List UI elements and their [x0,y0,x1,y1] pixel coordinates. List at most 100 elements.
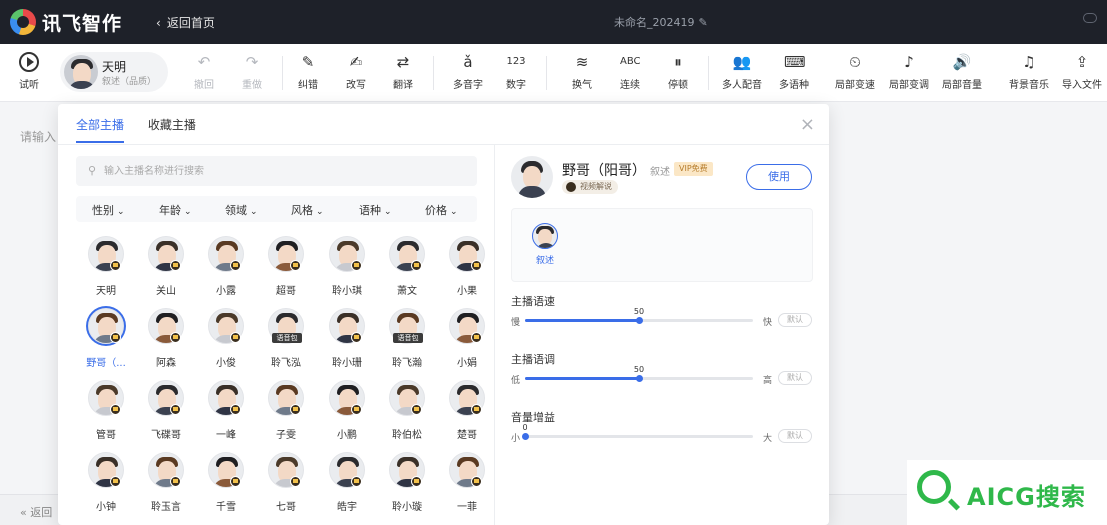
pencil-icon[interactable]: ✎ [699,16,708,29]
anchor-card[interactable]: 野哥（... [76,308,136,369]
anchor-card[interactable]: 小露 [196,236,256,297]
filter-dropdown[interactable]: 价格 ⌄ [425,202,458,218]
chevron-down-icon: ⌄ [316,207,324,217]
tool-button-7[interactable]: 123 数字 [494,52,538,91]
listen-button[interactable]: 试听 [7,52,51,91]
chevron-down-icon: ⌄ [184,207,192,217]
tool-button-17[interactable]: ⇪ 导入文件 [1060,52,1104,91]
reset-default-button[interactable]: 默认 [778,429,812,443]
tool-button-5[interactable]: ⇄ 翻译 [381,52,425,91]
anchor-card[interactable]: 阿森 [136,308,196,369]
reset-default-button[interactable]: 默认 [778,313,812,327]
filter-dropdown[interactable]: 领域 ⌄ [225,202,258,218]
anchor-card[interactable]: 小果 [437,236,497,297]
cloud-icon [1083,13,1097,23]
tool-button-11[interactable]: 👥 多人配音 [720,52,764,91]
style-option[interactable]: 叙述 [528,223,562,266]
back-home-link[interactable]: ‹ 返回首页 [156,14,215,31]
anchor-name: 七哥 [276,502,296,513]
tool-button-14[interactable]: ♪ 局部变调 [887,52,931,91]
slider-setting: 主播语速慢 50 快默认 [511,293,813,333]
tool-button-16[interactable]: ♫ 背景音乐 [1007,52,1051,91]
filter-dropdown[interactable]: 风格 ⌄ [291,202,324,218]
anchor-card[interactable]: 一菲 [437,452,497,513]
anchor-name: 野哥（... [86,358,126,369]
anchor-search-input[interactable] [104,162,464,180]
anchor-name: 关山 [156,286,176,297]
anchor-name: 小果 [457,286,477,297]
anchor-card[interactable]: 管哥 [76,380,136,441]
toolbar: 试听 天明 叙述（品质） ↶ 撤回 ↷ 重做 ✎ 纠错 ✍ 改写 ⇄ 翻译 ǎ 多音字 123 数字 ≋ 换气… [0,44,1107,102]
anchor-name: 管哥 [96,430,116,441]
tool-icon: ⌨ [784,53,806,71]
slider-track[interactable]: 50 [525,365,753,382]
tab-all-anchors[interactable]: 全部主播 [76,116,125,143]
anchor-card[interactable]: 天明 [76,236,136,297]
chevron-down-icon: ⌄ [384,207,392,217]
tool-button-10[interactable]: ⏸ 停顿 [656,52,700,91]
use-button[interactable]: 使用 [746,164,812,190]
anchor-card[interactable]: 聆玉言 [136,452,196,513]
tool-button-12[interactable]: ⌨ 多语种 [772,52,816,91]
anchor-card[interactable]: 小俊 [196,308,256,369]
anchor-card[interactable]: 聆伯松 [377,380,437,441]
anchor-card[interactable]: 萧文 [377,236,437,297]
toolbar-separator [708,56,709,90]
anchor-card[interactable]: 皓宇 [317,452,377,513]
tool-label: 翻译 [393,80,413,91]
vip-badge: VIP免费 [674,162,713,176]
editor-placeholder[interactable]: 请输入 [20,128,56,145]
filter-dropdown[interactable]: 年龄 ⌄ [159,202,192,218]
tool-button-2[interactable]: ↷ 重做 [230,52,274,91]
slider-value: 0 [522,423,528,432]
tab-favorite-anchors[interactable]: 收藏主播 [148,116,196,141]
reset-default-button[interactable]: 默认 [778,371,812,385]
slider-track[interactable]: 50 [525,307,753,324]
slider-handle[interactable] [636,375,643,382]
anchor-card[interactable]: 一峰 [196,380,256,441]
vip-crown-icon [170,332,181,343]
speaker-selector[interactable]: 天明 叙述（品质） [60,52,168,92]
slider-handle[interactable] [636,317,643,324]
tool-button-15[interactable]: 🔊 局部音量 [940,52,984,91]
tool-label: 导入文件 [1062,80,1102,91]
anchor-name: 千雪 [216,502,236,513]
tool-button-13[interactable]: ⏲ 局部变速 [833,52,877,91]
document-title[interactable]: 未命名_202419 ✎ [614,14,708,30]
bottom-back-link[interactable]: « 返回 [20,504,52,520]
anchor-card[interactable]: 子雯 [256,380,316,441]
anchor-name: 聆飞瀚 [392,358,422,369]
anchor-card[interactable]: 超哥 [256,236,316,297]
anchor-card[interactable]: 小钟 [76,452,136,513]
anchor-card[interactable]: 小鹏 [317,380,377,441]
tool-label: 重做 [242,80,262,91]
anchor-card[interactable]: 语音包 聆飞泓 [256,308,316,369]
vip-crown-icon [411,260,422,271]
anchor-card[interactable]: 聆小珊 [317,308,377,369]
anchor-card[interactable]: 聆小璇 [377,452,437,513]
app-logo[interactable]: 讯飞智作 [10,8,122,36]
anchor-card[interactable]: 语音包 聆飞瀚 [377,308,437,369]
anchor-card[interactable]: 楚哥 [437,380,497,441]
speaker-name: 天明 [102,60,127,74]
toolbar-separator [546,56,547,90]
style-avatar [532,223,558,249]
vip-crown-icon [170,404,181,415]
slider-min-label: 低 [511,376,521,386]
anchor-name: 一峰 [216,430,236,441]
slider-track[interactable]: 0 [522,423,753,440]
anchor-card[interactable]: 小娟 [437,308,497,369]
anchor-card[interactable]: 七哥 [256,452,316,513]
anchor-card[interactable]: 聆小琪 [317,236,377,297]
anchor-card[interactable]: 关山 [136,236,196,297]
filter-dropdown[interactable]: 性别 ⌄ [92,202,125,218]
style-label: 叙述 [535,256,554,266]
slider-handle[interactable] [522,433,529,440]
anchor-card[interactable]: 千雪 [196,452,256,513]
anchor-card[interactable]: 飞碟哥 [136,380,196,441]
anchor-name: 聆飞泓 [271,358,301,369]
close-icon[interactable]: × [800,114,815,135]
slider-setting: 音量增益小 0 大默认 [511,409,813,449]
tool-icon: ✍ [349,53,363,71]
filter-dropdown[interactable]: 语种 ⌄ [359,202,392,218]
